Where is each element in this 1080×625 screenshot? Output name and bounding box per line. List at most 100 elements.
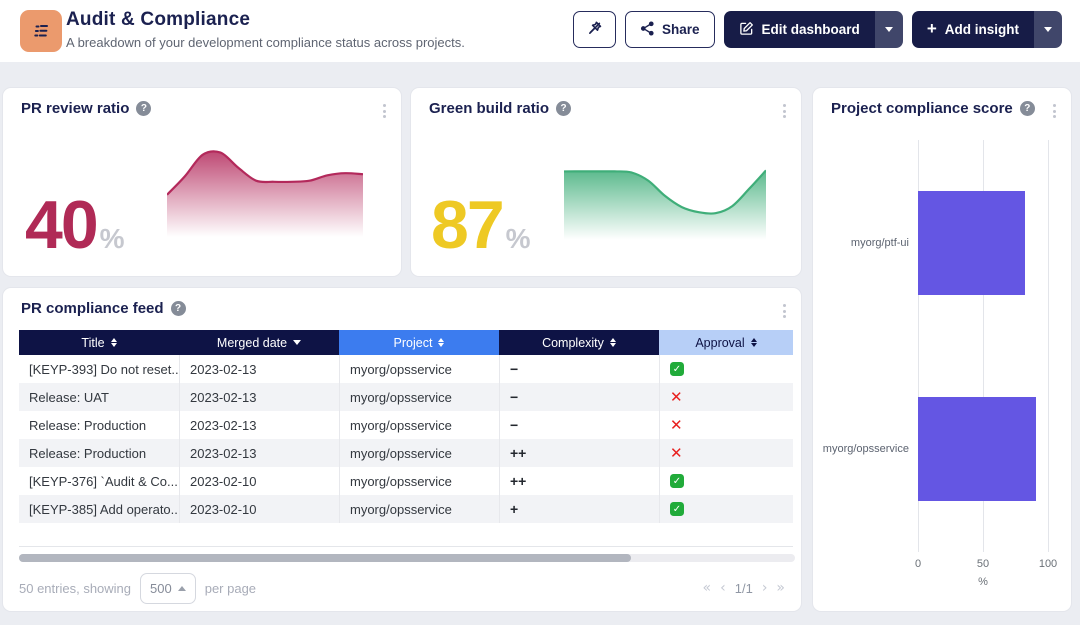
cell-merged-date: 2023-02-13 [179, 383, 339, 411]
help-icon[interactable]: ? [136, 101, 151, 116]
cell-approval: ✓ [659, 467, 793, 495]
column-header-label: Merged date [217, 336, 287, 350]
cell-project: myorg/opsservice [339, 439, 499, 467]
card-menu-kebab-icon[interactable] [781, 302, 788, 320]
prev-page-button[interactable]: ‹ [720, 580, 726, 596]
unpin-button[interactable] [573, 11, 616, 48]
share-icon [640, 21, 655, 39]
add-insight-button[interactable]: + Add insight [912, 11, 1034, 48]
per-page-text: per page [205, 581, 256, 596]
pin-slash-icon [586, 20, 603, 40]
green-build-sparkline-chart [564, 150, 766, 252]
add-insight-dropdown-toggle[interactable] [1034, 11, 1062, 48]
x-axis-tick-label: 50 [977, 558, 989, 570]
last-page-button[interactable]: » [776, 580, 785, 596]
column-header-label: Title [81, 336, 104, 350]
edit-dashboard-button-group: Edit dashboard [724, 11, 903, 48]
bar-myorg-ptf-ui[interactable] [918, 191, 1025, 295]
help-icon[interactable]: ? [171, 301, 186, 316]
column-header-label: Project [394, 336, 433, 350]
column-header-complexity[interactable]: Complexity [499, 330, 659, 355]
first-page-button[interactable]: « [703, 580, 712, 596]
page-size-select[interactable]: 500 [140, 573, 196, 604]
edit-pencil-icon [739, 21, 754, 39]
cell-approval: ✕ [659, 411, 793, 439]
add-insight-button-group: + Add insight [912, 11, 1062, 48]
page-indicator: 1/1 [735, 581, 753, 596]
plus-icon: + [927, 20, 937, 37]
bar-chart-plot-area [918, 140, 1048, 552]
cell-complexity: + [499, 495, 659, 523]
cell-merged-date: 2023-02-10 [179, 467, 339, 495]
cell-project: myorg/opsservice [339, 355, 499, 383]
pr-compliance-table: Title Merged date Project Complexity Approva… [19, 330, 793, 523]
table-row[interactable]: [KEYP-385] Add operato...2023-02-10myorg… [19, 495, 793, 523]
column-header-merged-date[interactable]: Merged date [179, 330, 339, 355]
cell-complexity: − [499, 411, 659, 439]
sort-icon [111, 338, 117, 348]
table-bottom-divider [19, 546, 793, 547]
green-build-ratio-unit: % [506, 223, 531, 254]
sort-icon [610, 338, 616, 348]
green-build-ratio-value: 87% [431, 191, 531, 259]
green-build-ratio-title: Green build ratio [429, 100, 549, 117]
add-insight-label: Add insight [945, 22, 1019, 37]
edit-dashboard-dropdown-toggle[interactable] [875, 11, 903, 48]
sort-icon [751, 338, 757, 348]
cell-approval: ✕ [659, 383, 793, 411]
table-row[interactable]: [KEYP-393] Do not reset...2023-02-13myor… [19, 355, 793, 383]
pr-review-ratio-value: 40% [25, 191, 125, 259]
cell-title: [KEYP-376] `Audit & Co... [19, 467, 179, 495]
x-axis-unit-label: % [978, 576, 988, 588]
page-size-value: 500 [150, 581, 172, 596]
table-row[interactable]: Release: UAT2023-02-13myorg/opsservice−✕ [19, 383, 793, 411]
x-axis-tick-label: 100 [1039, 558, 1057, 570]
help-icon[interactable]: ? [556, 101, 571, 116]
card-menu-kebab-icon[interactable] [781, 102, 788, 120]
cell-complexity: − [499, 383, 659, 411]
not-approved-x-icon: ✕ [670, 446, 683, 461]
cell-title: Release: Production [19, 439, 179, 467]
next-page-button[interactable]: › [762, 580, 768, 596]
share-button-label: Share [662, 22, 700, 37]
cell-complexity: ++ [499, 467, 659, 495]
x-axis-tick-label: 0 [915, 558, 921, 570]
column-header-project[interactable]: Project [339, 330, 499, 355]
pagination: « ‹ 1/1 › » [703, 580, 785, 596]
sort-desc-icon [293, 340, 301, 345]
horizontal-scrollbar [19, 554, 795, 562]
cell-project: myorg/opsservice [339, 411, 499, 439]
cell-approval: ✓ [659, 355, 793, 383]
column-header-title[interactable]: Title [19, 330, 179, 355]
bar-myorg-opsservice[interactable] [918, 397, 1036, 501]
cell-merged-date: 2023-02-13 [179, 355, 339, 383]
chevron-down-icon [1044, 27, 1052, 32]
cell-title: Release: Production [19, 411, 179, 439]
pr-review-ratio-title: PR review ratio [21, 100, 129, 117]
approved-check-icon: ✓ [670, 502, 684, 516]
edit-dashboard-button[interactable]: Edit dashboard [724, 11, 875, 48]
project-compliance-bar-chart: 050100%myorg/ptf-uimyorg/opsservice [813, 88, 1071, 611]
card-title-pr-compliance-feed: PR compliance feed ? [21, 300, 186, 317]
table-row[interactable]: Release: Production2023-02-13myorg/opsse… [19, 411, 793, 439]
cell-merged-date: 2023-02-13 [179, 439, 339, 467]
cell-approval: ✓ [659, 495, 793, 523]
bar-category-label: myorg/opsservice [821, 443, 909, 455]
card-title-pr-review-ratio: PR review ratio ? [21, 100, 151, 117]
card-pr-compliance-feed: PR compliance feed ? Title Merged date Pro… [2, 287, 802, 612]
pr-compliance-feed-title: PR compliance feed [21, 300, 164, 317]
card-menu-kebab-icon[interactable] [381, 102, 388, 120]
share-button[interactable]: Share [625, 11, 715, 48]
table-row[interactable]: [KEYP-376] `Audit & Co...2023-02-10myorg… [19, 467, 793, 495]
cell-complexity: ++ [499, 439, 659, 467]
horizontal-scrollbar-thumb[interactable] [19, 554, 631, 562]
column-header-approval[interactable]: Approval [659, 330, 793, 355]
gridline [1048, 140, 1049, 552]
not-approved-x-icon: ✕ [670, 418, 683, 433]
cell-title: Release: UAT [19, 383, 179, 411]
table-body: [KEYP-393] Do not reset...2023-02-13myor… [19, 355, 793, 523]
entries-count-text: 50 entries, showing [19, 581, 131, 596]
topbar-actions: Share Edit dashboard + Add insight [573, 11, 1062, 48]
column-header-label: Approval [695, 336, 744, 350]
table-row[interactable]: Release: Production2023-02-13myorg/opsse… [19, 439, 793, 467]
